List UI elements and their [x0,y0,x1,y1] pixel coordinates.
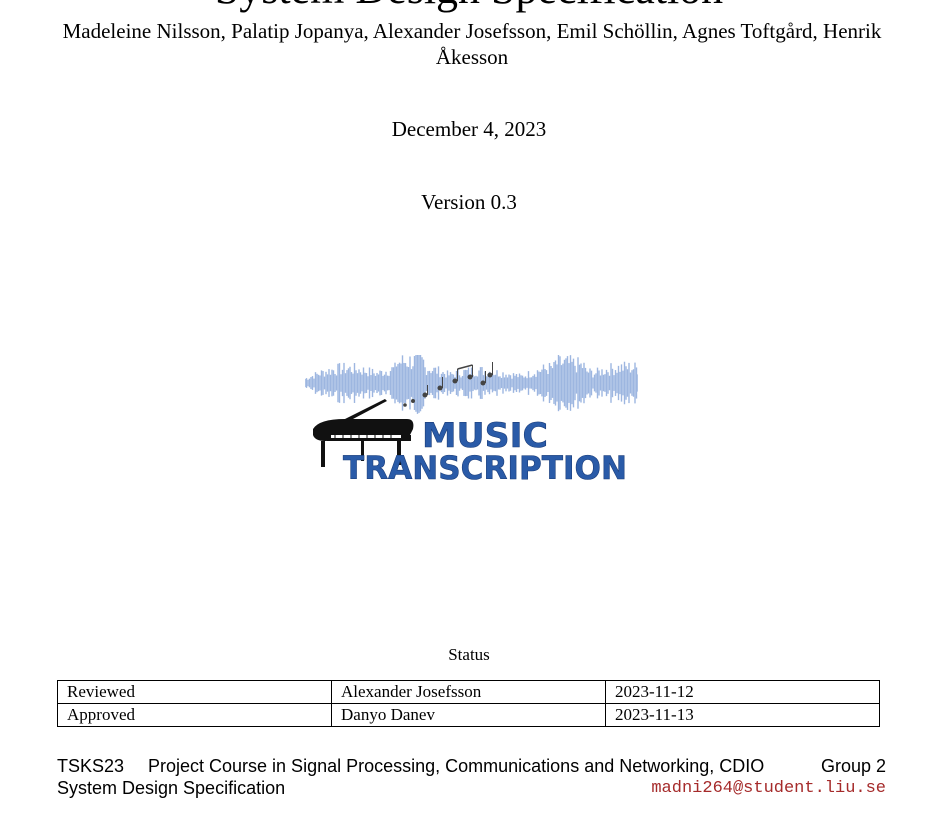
status-name: Danyo Danev [331,703,606,727]
table-row: Reviewed Alexander Josefsson 2023-11-12 [57,680,880,704]
table-row: Approved Danyo Danev 2023-11-13 [57,703,880,727]
footer-document-name: System Design Specification [57,778,286,798]
waveform-graphic [305,355,638,414]
document-page: System Design Specification Madeleine Ni… [0,0,938,822]
status-name: Alexander Josefsson [331,680,606,704]
status-heading: Status [448,645,490,664]
status-date: 2023-11-12 [605,680,880,704]
document-version: Version 0.3 [421,190,517,214]
logo-text-transcription: TRANSCRIPTION [343,449,627,487]
status-table: Reviewed Alexander Josefsson 2023-11-12 … [57,680,880,727]
author-list: Madeleine Nilsson, Palatip Jopanya, Alex… [62,19,882,69]
status-role: Approved [57,703,332,727]
footer-group: Group 2 [820,756,886,776]
status-date: 2023-11-13 [605,703,880,727]
footer-email-link[interactable]: madni264@student.liu.se [651,778,886,800]
document-date: December 4, 2023 [391,117,547,141]
status-role: Reviewed [57,680,332,704]
footer-course-name: Project Course in Signal Processing, Com… [148,756,765,776]
music-transcription-logo: MUSIC TRANSCRIPTION [305,355,638,487]
footer-course-code: TSKS23 [57,756,125,776]
document-title: System Design Specification [0,0,938,14]
